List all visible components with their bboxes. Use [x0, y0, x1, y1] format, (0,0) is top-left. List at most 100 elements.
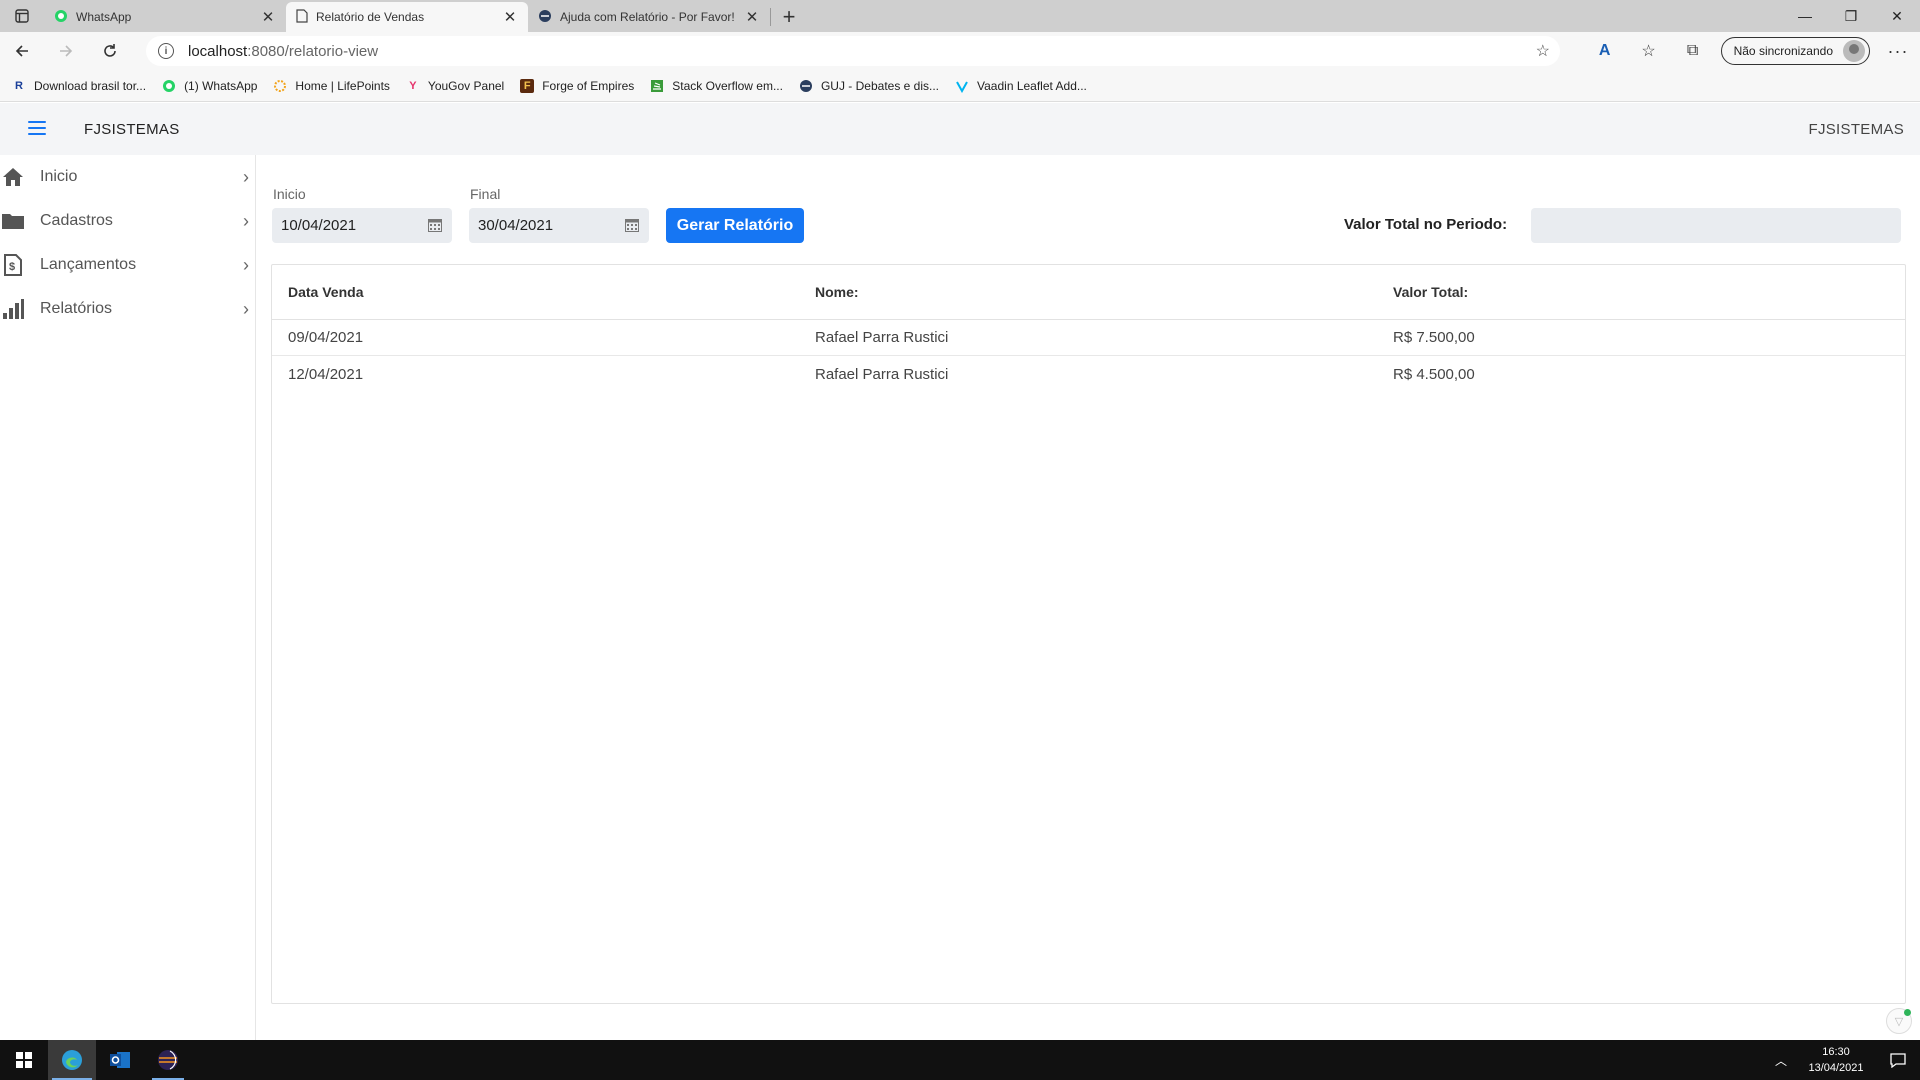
clock[interactable]: 16:30 13/04/2021 — [1796, 1044, 1876, 1076]
bookmark-download-brasil[interactable]: R Download brasil tor... — [12, 79, 146, 93]
edge-icon — [62, 1050, 82, 1070]
bookmark-stackoverflow[interactable]: Stack Overflow em... — [650, 79, 783, 93]
favorites-icon[interactable]: ☆ — [1627, 41, 1671, 61]
menu-toggle-icon[interactable] — [28, 121, 46, 135]
sidebar-item-label: Cadastros — [40, 212, 113, 229]
profile-sync-button[interactable]: Não sincronizando — [1720, 37, 1870, 65]
arrow-left-icon — [15, 45, 28, 57]
show-hidden-icons-icon[interactable]: ︿ — [1766, 1052, 1796, 1069]
sidebar-item-cadastros[interactable]: Cadastros › — [0, 199, 255, 243]
vaadin-icon — [955, 79, 969, 93]
browser-tab-bar: WhatsApp ✕ Relatório de Vendas ✕ Ajuda c… — [0, 0, 1920, 32]
toolbar-right: A ☆ ⧉ Não sincronizando ··· — [1583, 32, 1920, 70]
column-header-nome[interactable]: Nome: — [799, 284, 1377, 300]
tab-title: Relatório de Vendas — [316, 10, 425, 24]
forge-icon: F — [520, 78, 535, 93]
windows-taskbar: ︿ 16:30 13/04/2021 — [0, 1040, 1920, 1080]
sidebar-item-inicio[interactable]: Inicio › — [0, 155, 255, 199]
url-input[interactable]: i localhost:8080/relatorio-view ☆ — [146, 36, 1560, 66]
info-icon[interactable]: i — [158, 43, 174, 59]
bookmark-whatsapp[interactable]: (1) WhatsApp — [162, 79, 257, 93]
notifications-icon[interactable] — [1876, 1040, 1920, 1080]
whatsapp-icon — [54, 9, 68, 26]
guj-icon — [538, 9, 552, 26]
sidebar-item-lancamentos[interactable]: $ Lançamentos › — [0, 243, 255, 287]
bookmark-lifepoints[interactable]: Home | LifePoints — [273, 79, 390, 93]
translate-icon[interactable]: A — [1583, 42, 1627, 60]
avatar — [1843, 40, 1865, 62]
cell-date: 12/04/2021 — [288, 365, 364, 383]
windows-logo-icon — [16, 1052, 32, 1068]
chevron-right-icon: › — [243, 298, 249, 319]
minimize-icon[interactable]: — — [1782, 0, 1828, 32]
sidebar-item-label: Inicio — [40, 168, 78, 185]
system-tray: ︿ 16:30 13/04/2021 — [1766, 1040, 1920, 1080]
clock-time: 16:30 — [1822, 1046, 1850, 1058]
collections-icon[interactable]: ⧉ — [1671, 42, 1715, 60]
table-row[interactable]: 12/04/2021 Rafael Parra Rustici R$ 4.500… — [272, 356, 1905, 392]
tab-whatsapp[interactable]: WhatsApp ✕ — [44, 2, 286, 32]
new-tab-button[interactable]: + — [771, 2, 807, 32]
tab-ajuda-relatorio[interactable]: Ajuda com Relatório - Por Favor! ✕ — [528, 2, 770, 32]
sun-icon — [273, 79, 287, 93]
add-favorite-icon[interactable]: ☆ — [1536, 41, 1550, 61]
generate-report-button[interactable]: Gerar Relatório — [666, 208, 804, 243]
vaadin-dev-badge-icon[interactable]: ▽ — [1886, 1008, 1912, 1034]
bookmark-label: (1) WhatsApp — [184, 78, 258, 93]
cell-name: Rafael Parra Rustici — [815, 329, 949, 346]
brand-right: FJSISTEMAS — [1808, 121, 1904, 138]
chevron-right-icon: › — [243, 166, 249, 187]
app-header: FJSISTEMAS FJSISTEMAS — [0, 103, 1920, 155]
bookmark-yougov[interactable]: Y YouGov Panel — [406, 79, 504, 93]
total-period-field[interactable] — [1531, 208, 1901, 243]
reload-button[interactable] — [88, 32, 132, 70]
close-icon[interactable]: ✕ — [260, 8, 276, 26]
tab-title: Ajuda com Relatório - Por Favor! — [560, 10, 735, 24]
whatsapp-icon — [162, 79, 176, 93]
column-header-valor-total[interactable]: Valor Total: — [1377, 284, 1905, 300]
close-icon[interactable]: ✕ — [502, 8, 518, 26]
bookmarks-bar: R Download brasil tor... (1) WhatsApp Ho… — [0, 70, 1920, 102]
cell-value: R$ 7.500,00 — [1393, 329, 1475, 346]
bookmark-label: Stack Overflow em... — [672, 78, 783, 93]
taskbar-edge[interactable] — [48, 1040, 96, 1080]
sync-label: Não sincronizando — [1733, 44, 1833, 58]
start-button[interactable] — [0, 1040, 48, 1080]
bookmark-label: Download brasil tor... — [34, 78, 147, 93]
clock-date: 13/04/2021 — [1808, 1062, 1864, 1074]
bookmark-label: Home | LifePoints — [295, 78, 390, 93]
start-date-label: Inicio — [273, 186, 306, 202]
back-button[interactable] — [0, 32, 44, 70]
yougov-icon: Y — [409, 79, 417, 92]
folder-icon — [0, 208, 26, 234]
start-date-field[interactable]: 10/04/2021 — [272, 208, 452, 243]
column-header-data-venda[interactable]: Data Venda — [272, 284, 799, 300]
url-host: localhost — [188, 42, 248, 60]
taskbar-outlook[interactable] — [96, 1040, 144, 1080]
sidebar-item-relatorios[interactable]: Relatórios › — [0, 287, 255, 331]
calendar-icon — [625, 219, 639, 232]
window-close-icon[interactable]: ✕ — [1874, 0, 1920, 32]
tab-relatorio-vendas[interactable]: Relatório de Vendas ✕ — [286, 2, 528, 32]
restore-icon[interactable]: ❐ — [1828, 0, 1874, 32]
bookmark-forge-of-empires[interactable]: F Forge of Empires — [520, 78, 635, 93]
taskbar-eclipse[interactable] — [144, 1040, 192, 1080]
table-row[interactable]: 09/04/2021 Rafael Parra Rustici R$ 7.500… — [272, 320, 1905, 356]
more-options-icon[interactable]: ··· — [1876, 41, 1920, 62]
bookmark-label: Vaadin Leaflet Add... — [977, 78, 1087, 93]
forward-button[interactable] — [44, 32, 88, 70]
calendar-icon — [428, 219, 442, 232]
sales-grid: Data Venda Nome: Valor Total: 09/04/2021… — [271, 264, 1906, 1004]
bookmark-vaadin-leaflet[interactable]: Vaadin Leaflet Add... — [955, 79, 1087, 93]
end-date-field[interactable]: 30/04/2021 — [469, 208, 649, 243]
end-date-label: Final — [470, 186, 501, 202]
guj-icon — [799, 79, 813, 93]
bookmark-label: Forge of Empires — [542, 78, 635, 93]
workspaces-icon[interactable] — [0, 0, 44, 32]
home-icon — [0, 164, 26, 190]
svg-text:$: $ — [9, 261, 15, 273]
bookmark-guj[interactable]: GUJ - Debates e dis... — [799, 79, 939, 93]
grid-header: Data Venda Nome: Valor Total: — [272, 265, 1905, 320]
close-icon[interactable]: ✕ — [744, 8, 760, 26]
eclipse-icon — [158, 1050, 178, 1070]
